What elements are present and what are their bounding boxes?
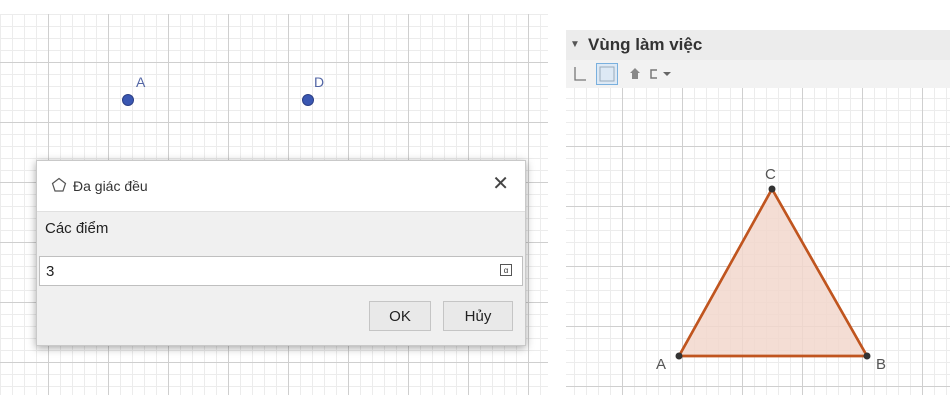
vertex-a-label: A: [656, 356, 666, 373]
collapse-arrow-icon[interactable]: ▼: [570, 39, 580, 50]
ok-button[interactable]: OK: [369, 301, 431, 331]
vertex-a[interactable]: [675, 352, 683, 360]
point-a-label: A: [136, 74, 146, 90]
cancel-button[interactable]: Hủy: [443, 301, 513, 331]
regular-polygon-dialog: Đa giác đều ✕ Các điểm α OK Hủy: [36, 160, 526, 346]
graphics-canvas[interactable]: A B C: [566, 88, 950, 395]
points-input-box[interactable]: α: [39, 256, 523, 286]
graphics-view-panel: ▼ Vùng làm việc A B C: [566, 30, 950, 395]
vertex-c[interactable]: [768, 185, 776, 193]
axes-icon[interactable]: [572, 65, 588, 83]
home-icon[interactable]: [628, 65, 642, 83]
style-menu-icon[interactable]: [646, 65, 676, 83]
vertex-b-label: B: [876, 356, 886, 373]
grid-icon[interactable]: [596, 63, 618, 85]
point-d-label: D: [314, 74, 325, 90]
dialog-title-bar: Đa giác đều: [51, 175, 148, 197]
triangle-abc[interactable]: [677, 187, 869, 358]
panel-header[interactable]: ▼ Vùng làm việc: [566, 30, 950, 61]
close-icon[interactable]: ✕: [492, 173, 509, 195]
points-field-label: Các điểm: [45, 220, 109, 237]
point-d[interactable]: [302, 94, 314, 106]
style-bar: [566, 60, 950, 89]
cut-off-caption: [0, 5, 360, 21]
points-input[interactable]: [40, 257, 492, 285]
triangle-drawing: A B C: [656, 166, 886, 373]
keyboard-icon[interactable]: α: [500, 264, 512, 276]
panel-title: Vùng làm việc: [588, 35, 703, 54]
point-a[interactable]: [122, 94, 134, 106]
dialog-footer: OK Hủy: [37, 295, 525, 345]
polygon-icon: [51, 177, 67, 196]
vertex-b[interactable]: [863, 352, 871, 360]
dialog-body: Các điểm α: [37, 211, 525, 296]
dialog-title: Đa giác đều: [73, 178, 148, 194]
vertex-c-label: C: [765, 166, 776, 183]
